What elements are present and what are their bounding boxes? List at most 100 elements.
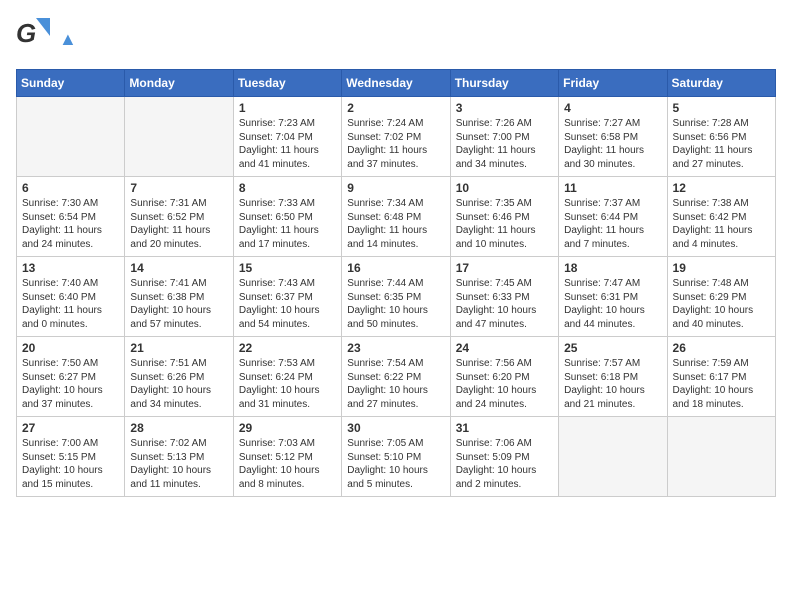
day-number: 12	[673, 181, 770, 195]
day-info: Sunrise: 7:34 AMSunset: 6:48 PMDaylight:…	[347, 197, 444, 251]
calendar-cell: 12 Sunrise: 7:38 AMSunset: 6:42 PMDayligh…	[667, 177, 775, 257]
day-info: Sunrise: 7:38 AMSunset: 6:42 PMDaylight:…	[673, 197, 770, 251]
day-info: Sunrise: 7:47 AMSunset: 6:31 PMDaylight:…	[564, 277, 661, 331]
day-number: 1	[239, 101, 336, 115]
col-wednesday: Wednesday	[342, 70, 450, 97]
day-number: 10	[456, 181, 553, 195]
logo: G ▲	[16, 16, 77, 59]
calendar-cell: 18Sunrise: 7:47 AMSunset: 6:31 PMDayligh…	[559, 257, 667, 337]
header: G ▲	[16, 16, 776, 59]
calendar-cell: 27 Sunrise: 7:00 AMSunset: 5:15 PMDayligh…	[17, 417, 125, 497]
day-number: 28	[130, 421, 227, 435]
day-info: Sunrise: 7:48 AMSunset: 6:29 PMDaylight:…	[673, 277, 770, 331]
calendar-cell: 25Sunrise: 7:57 AMSunset: 6:18 PMDayligh…	[559, 337, 667, 417]
day-info: Sunrise: 7:40 AMSunset: 6:40 PMDaylight:…	[22, 277, 119, 331]
calendar-cell: 26 Sunrise: 7:59 AMSunset: 6:17 PMDayligh…	[667, 337, 775, 417]
calendar-cell: 30Sunrise: 7:05 AMSunset: 5:10 PMDayligh…	[342, 417, 450, 497]
calendar-cell: 4Sunrise: 7:27 AMSunset: 6:58 PMDaylight…	[559, 97, 667, 177]
day-info: Sunrise: 7:50 AMSunset: 6:27 PMDaylight:…	[22, 357, 119, 411]
day-info: Sunrise: 7:37 AMSunset: 6:44 PMDaylight:…	[564, 197, 661, 251]
day-number: 20	[22, 341, 119, 355]
calendar-cell: 31Sunrise: 7:06 AMSunset: 5:09 PMDayligh…	[450, 417, 558, 497]
calendar-cell	[667, 417, 775, 497]
logo-icon-wrapper: G	[16, 16, 54, 59]
day-number: 25	[564, 341, 661, 355]
col-monday: Monday	[125, 70, 233, 97]
logo-text: ▲	[58, 29, 77, 46]
day-info: Sunrise: 7:24 AMSunset: 7:02 PMDaylight:…	[347, 117, 444, 171]
day-info: Sunrise: 7:53 AMSunset: 6:24 PMDaylight:…	[239, 357, 336, 411]
day-info: Sunrise: 7:03 AMSunset: 5:12 PMDaylight:…	[239, 437, 336, 491]
calendar-cell: 8Sunrise: 7:33 AMSunset: 6:50 PMDaylight…	[233, 177, 341, 257]
day-number: 22	[239, 341, 336, 355]
day-info: Sunrise: 7:06 AMSunset: 5:09 PMDaylight:…	[456, 437, 553, 491]
day-number: 24	[456, 341, 553, 355]
day-info: Sunrise: 7:33 AMSunset: 6:50 PMDaylight:…	[239, 197, 336, 251]
calendar-cell: 7 Sunrise: 7:31 AMSunset: 6:52 PMDaylight…	[125, 177, 233, 257]
day-info: Sunrise: 7:05 AMSunset: 5:10 PMDaylight:…	[347, 437, 444, 491]
calendar-cell: 22 Sunrise: 7:53 AMSunset: 6:24 PMDayligh…	[233, 337, 341, 417]
calendar-cell: 10 Sunrise: 7:35 AMSunset: 6:46 PMDayligh…	[450, 177, 558, 257]
day-info: Sunrise: 7:59 AMSunset: 6:17 PMDaylight:…	[673, 357, 770, 411]
day-number: 26	[673, 341, 770, 355]
svg-text:G: G	[16, 18, 36, 48]
day-info: Sunrise: 7:28 AMSunset: 6:56 PMDaylight:…	[673, 117, 770, 171]
calendar-cell: 24 Sunrise: 7:56 AMSunset: 6:20 PMDayligh…	[450, 337, 558, 417]
day-number: 7	[130, 181, 227, 195]
day-number: 3	[456, 101, 553, 115]
calendar-cell: 14 Sunrise: 7:41 AMSunset: 6:38 PMDayligh…	[125, 257, 233, 337]
logo-blue: ▲	[59, 29, 77, 50]
day-info: Sunrise: 7:45 AMSunset: 6:33 PMDaylight:…	[456, 277, 553, 331]
logo-svg-icon: G	[16, 16, 54, 54]
col-sunday: Sunday	[17, 70, 125, 97]
day-info: Sunrise: 7:44 AMSunset: 6:35 PMDaylight:…	[347, 277, 444, 331]
day-number: 6	[22, 181, 119, 195]
day-number: 2	[347, 101, 444, 115]
calendar-cell: 29 Sunrise: 7:03 AMSunset: 5:12 PMDayligh…	[233, 417, 341, 497]
calendar-week-row: 1Sunrise: 7:23 AMSunset: 7:04 PMDaylight…	[17, 97, 776, 177]
day-info: Sunrise: 7:35 AMSunset: 6:46 PMDaylight:…	[456, 197, 553, 251]
day-number: 21	[130, 341, 227, 355]
day-info: Sunrise: 7:26 AMSunset: 7:00 PMDaylight:…	[456, 117, 553, 171]
day-number: 4	[564, 101, 661, 115]
day-info: Sunrise: 7:51 AMSunset: 6:26 PMDaylight:…	[130, 357, 227, 411]
day-info: Sunrise: 7:00 AMSunset: 5:15 PMDaylight:…	[22, 437, 119, 491]
calendar-cell: 23Sunrise: 7:54 AMSunset: 6:22 PMDayligh…	[342, 337, 450, 417]
day-number: 17	[456, 261, 553, 275]
day-number: 15	[239, 261, 336, 275]
col-friday: Friday	[559, 70, 667, 97]
calendar-cell: 17 Sunrise: 7:45 AMSunset: 6:33 PMDayligh…	[450, 257, 558, 337]
calendar-cell: 2 Sunrise: 7:24 AMSunset: 7:02 PMDaylight…	[342, 97, 450, 177]
calendar-table: Sunday Monday Tuesday Wednesday Thursday…	[16, 69, 776, 497]
day-number: 23	[347, 341, 444, 355]
day-number: 27	[22, 421, 119, 435]
day-number: 11	[564, 181, 661, 195]
calendar-cell: 19 Sunrise: 7:48 AMSunset: 6:29 PMDayligh…	[667, 257, 775, 337]
calendar-cell: 13Sunrise: 7:40 AMSunset: 6:40 PMDayligh…	[17, 257, 125, 337]
day-info: Sunrise: 7:02 AMSunset: 5:13 PMDaylight:…	[130, 437, 227, 491]
calendar-cell: 16 Sunrise: 7:44 AMSunset: 6:35 PMDayligh…	[342, 257, 450, 337]
calendar-cell: 11 Sunrise: 7:37 AMSunset: 6:44 PMDayligh…	[559, 177, 667, 257]
calendar-cell: 9Sunrise: 7:34 AMSunset: 6:48 PMDaylight…	[342, 177, 450, 257]
calendar-cell: 1Sunrise: 7:23 AMSunset: 7:04 PMDaylight…	[233, 97, 341, 177]
day-info: Sunrise: 7:43 AMSunset: 6:37 PMDaylight:…	[239, 277, 336, 331]
calendar-cell: 6 Sunrise: 7:30 AMSunset: 6:54 PMDaylight…	[17, 177, 125, 257]
day-number: 16	[347, 261, 444, 275]
calendar-cell: 15 Sunrise: 7:43 AMSunset: 6:37 PMDayligh…	[233, 257, 341, 337]
day-number: 19	[673, 261, 770, 275]
day-number: 29	[239, 421, 336, 435]
day-number: 14	[130, 261, 227, 275]
day-info: Sunrise: 7:30 AMSunset: 6:54 PMDaylight:…	[22, 197, 119, 251]
calendar-cell	[559, 417, 667, 497]
day-info: Sunrise: 7:31 AMSunset: 6:52 PMDaylight:…	[130, 197, 227, 251]
col-tuesday: Tuesday	[233, 70, 341, 97]
calendar-cell	[17, 97, 125, 177]
calendar-cell: 28 Sunrise: 7:02 AMSunset: 5:13 PMDayligh…	[125, 417, 233, 497]
calendar-cell	[125, 97, 233, 177]
calendar-week-row: 13Sunrise: 7:40 AMSunset: 6:40 PMDayligh…	[17, 257, 776, 337]
calendar-week-row: 20 Sunrise: 7:50 AMSunset: 6:27 PMDayligh…	[17, 337, 776, 417]
day-info: Sunrise: 7:56 AMSunset: 6:20 PMDaylight:…	[456, 357, 553, 411]
calendar-cell: 3 Sunrise: 7:26 AMSunset: 7:00 PMDaylight…	[450, 97, 558, 177]
day-number: 5	[673, 101, 770, 115]
day-info: Sunrise: 7:41 AMSunset: 6:38 PMDaylight:…	[130, 277, 227, 331]
